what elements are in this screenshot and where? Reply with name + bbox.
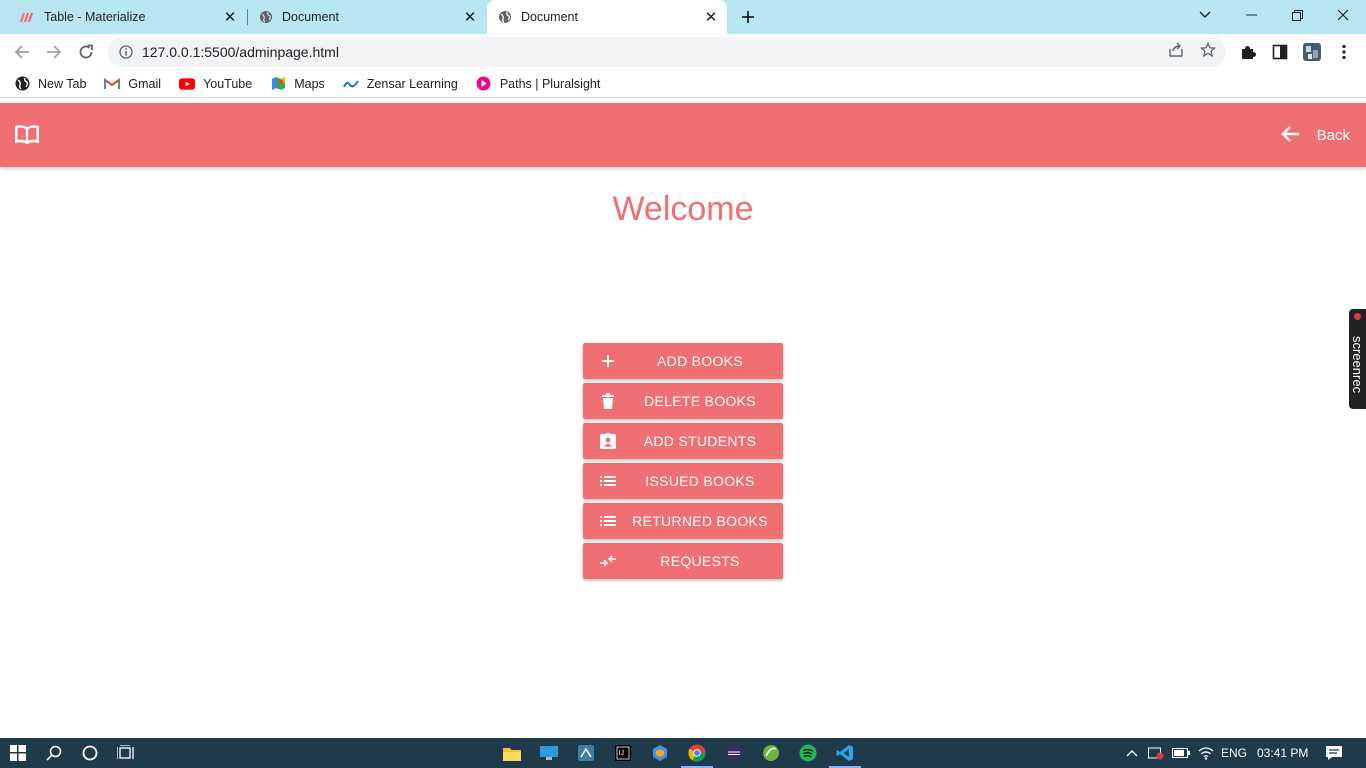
plus-icon — [599, 352, 617, 370]
address-bar[interactable]: 127.0.0.1:5500/adminpage.html — [108, 37, 1226, 67]
globe-favicon-icon — [258, 9, 274, 25]
app-navbar: Back — [0, 103, 1366, 167]
bookmark-label: Zensar Learning — [366, 76, 458, 91]
tab-document-active[interactable]: Document ✕ — [487, 0, 727, 34]
issued-books-button[interactable]: ISSUED BOOKS — [583, 463, 783, 499]
windows-taskbar: IJ ENG 03:41 PM — [0, 738, 1366, 768]
browser-tab-strip: Table - Materialize ✕ Document ✕ Documen… — [0, 0, 1366, 34]
bookmark-label: New Tab — [38, 76, 87, 91]
bookmark-gmail[interactable]: Gmail — [104, 76, 161, 92]
materialize-favicon-icon — [20, 9, 36, 25]
returned-books-button[interactable]: RETURNED BOOKS — [583, 503, 783, 539]
chrome-menu-icon[interactable] — [1334, 42, 1354, 62]
wifi-icon[interactable] — [1196, 738, 1216, 768]
close-window-button[interactable] — [1320, 0, 1366, 30]
tab-document-1[interactable]: Document ✕ — [248, 0, 486, 34]
battery-icon[interactable] — [1171, 738, 1191, 768]
book-logo-icon[interactable] — [14, 123, 40, 147]
browser-toolbar: 127.0.0.1:5500/adminpage.html — [0, 34, 1366, 70]
bookmark-youtube[interactable]: YouTube — [179, 76, 252, 92]
tab-title: Table - Materialize — [44, 10, 146, 24]
add-students-button[interactable]: ADD STUDENTS — [583, 423, 783, 459]
pluralsight-icon — [476, 76, 492, 92]
record-dot-icon — [1354, 313, 1361, 320]
tab-title: Document — [282, 10, 339, 24]
app-hexagon-icon[interactable] — [650, 743, 670, 763]
clock-time[interactable]: 03:41 PM — [1257, 738, 1308, 768]
admin-actions: ADD BOOKS DELETE BOOKS ADD STUDENTS ISSU… — [583, 343, 783, 583]
requests-button[interactable]: REQUESTS — [583, 543, 783, 579]
bookmark-star-icon[interactable] — [1199, 41, 1217, 59]
site-info-icon[interactable] — [118, 44, 134, 60]
file-explorer-icon[interactable] — [502, 743, 522, 763]
language-indicator[interactable]: ENG — [1221, 738, 1247, 768]
gmail-icon — [104, 76, 121, 92]
maps-icon — [270, 76, 286, 92]
show-hidden-icons-chevron-icon[interactable] — [1122, 738, 1142, 768]
back-arrow-icon[interactable] — [8, 38, 36, 66]
back-label: Back — [1316, 126, 1350, 144]
page-title: Welcome — [612, 190, 754, 228]
bookmark-label: Maps — [294, 76, 325, 91]
list-icon — [599, 472, 617, 490]
spring-tools-icon[interactable] — [761, 743, 781, 763]
tab-title: Document — [521, 10, 578, 24]
tab-search-chevron-icon[interactable] — [1182, 0, 1228, 30]
intellij-icon[interactable]: IJ — [613, 743, 633, 763]
notifications-icon[interactable] — [1324, 738, 1344, 768]
windows-start-icon[interactable] — [8, 743, 28, 763]
bookmark-label: Paths | Pluralsight — [499, 76, 601, 91]
new-tab-button[interactable] — [736, 5, 760, 29]
minimize-button[interactable] — [1228, 0, 1274, 30]
search-icon[interactable] — [44, 743, 64, 763]
globe-icon — [14, 76, 30, 92]
close-tab-icon[interactable]: ✕ — [220, 7, 240, 27]
profile-avatar[interactable] — [1302, 42, 1322, 62]
bookmark-pluralsight[interactable]: Paths | Pluralsight — [476, 76, 601, 92]
youtube-icon — [179, 76, 196, 92]
bookmarks-bar: New Tab Gmail YouTube Maps Zensar Learni… — [0, 70, 1366, 98]
vscode-icon[interactable] — [829, 743, 861, 768]
close-tab-icon[interactable]: ✕ — [460, 7, 480, 27]
screenrec-label: screenrec — [1350, 336, 1365, 394]
zensar-icon — [342, 76, 359, 92]
trash-icon — [599, 392, 617, 410]
svg-text:IJ: IJ — [619, 750, 624, 757]
globe-favicon-icon — [497, 9, 513, 25]
side-panel-icon[interactable] — [1270, 42, 1290, 62]
chrome-icon[interactable] — [681, 743, 713, 768]
screenrec-widget[interactable]: screenrec — [1349, 309, 1366, 409]
arrow-back-icon — [1280, 124, 1303, 146]
desktop-app-icon[interactable] — [539, 743, 559, 763]
tab-table-materialize[interactable]: Table - Materialize ✕ — [0, 0, 246, 34]
bookmark-zensar-learning[interactable]: Zensar Learning — [342, 76, 458, 92]
cortana-icon[interactable] — [80, 743, 100, 763]
bookmark-new-tab[interactable]: New Tab — [14, 76, 86, 92]
list-icon — [599, 512, 617, 530]
bookmark-label: YouTube — [203, 76, 253, 91]
share-icon[interactable] — [1167, 41, 1185, 59]
back-link[interactable]: Back — [1280, 123, 1350, 147]
task-view-icon[interactable] — [116, 743, 136, 763]
forward-arrow-icon[interactable] — [40, 38, 68, 66]
contact-card-icon — [599, 432, 617, 450]
spotify-icon[interactable] — [798, 743, 818, 763]
delete-books-button[interactable]: DELETE BOOKS — [583, 383, 783, 419]
extensions-puzzle-icon[interactable] — [1238, 42, 1258, 62]
remote-desktop-icon[interactable] — [576, 743, 596, 763]
compare-arrows-icon — [599, 552, 617, 570]
restore-button[interactable] — [1274, 0, 1320, 30]
url-text: 127.0.0.1:5500/adminpage.html — [142, 44, 339, 60]
security-status-icon[interactable] — [1146, 738, 1166, 768]
close-tab-icon[interactable]: ✕ — [701, 7, 721, 27]
add-books-button[interactable]: ADD BOOKS — [583, 343, 783, 379]
app-disc-icon[interactable] — [724, 743, 744, 763]
reload-icon[interactable] — [72, 38, 100, 66]
bookmark-label: Gmail — [128, 76, 162, 91]
bookmark-maps[interactable]: Maps — [270, 76, 325, 92]
